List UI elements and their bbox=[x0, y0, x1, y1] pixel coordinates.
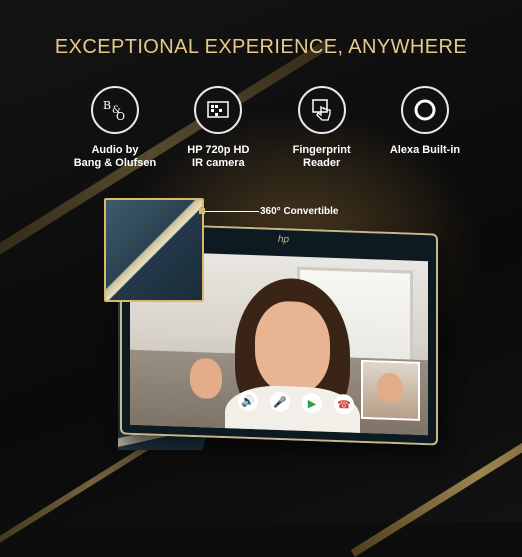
feature-label: Alexa Built-in bbox=[389, 144, 461, 156]
hang-up-button[interactable]: ☎ bbox=[334, 393, 354, 415]
hinge-closeup bbox=[106, 200, 202, 300]
phone-hangup-icon: ☎ bbox=[337, 398, 351, 412]
feature-fingerprint: Fingerprint Reader bbox=[277, 86, 367, 170]
call-controls: 🔊 🎤 ▶ ☎ bbox=[238, 390, 354, 415]
hp-logo: hp bbox=[278, 233, 290, 246]
pip-face bbox=[377, 372, 403, 404]
feature-label: HP 720p HD IR camera bbox=[187, 144, 250, 169]
mic-icon: 🎤 bbox=[273, 396, 287, 409]
bang-olufsen-logo-icon: B & O bbox=[91, 86, 139, 134]
svg-text:B: B bbox=[103, 99, 111, 112]
video-button[interactable]: ▶ bbox=[302, 392, 322, 414]
hinge-zoom-callout bbox=[104, 198, 204, 302]
convertible-label: 360° Convertible bbox=[260, 206, 339, 217]
feature-row: B & O Audio by Bang & Olufsen HP 720p HD I… bbox=[70, 86, 470, 170]
feature-alexa: Alexa Built-in bbox=[380, 86, 470, 170]
camera-chip-icon bbox=[194, 86, 243, 134]
fingerprint-touch-icon bbox=[297, 86, 346, 134]
video-camera-icon: ▶ bbox=[307, 397, 317, 410]
speaker-button[interactable]: 🔊 bbox=[238, 390, 258, 412]
feature-camera: HP 720p HD IR camera bbox=[173, 86, 263, 170]
headline: EXCEPTIONAL EXPERIENCE, ANYWHERE bbox=[54, 36, 468, 58]
svg-text:O: O bbox=[116, 110, 125, 123]
feature-label: Audio by Bang & Olufsen bbox=[73, 144, 157, 169]
speaker-icon: 🔊 bbox=[241, 395, 255, 408]
girl-hand bbox=[190, 357, 222, 400]
feature-audio: B & O Audio by Bang & Olufsen bbox=[70, 86, 160, 170]
picture-in-picture-video bbox=[361, 359, 420, 421]
girl-face bbox=[255, 300, 330, 395]
alexa-ring-icon bbox=[400, 86, 449, 134]
callout-line bbox=[205, 211, 259, 212]
feature-label: Fingerprint Reader bbox=[292, 144, 351, 169]
mic-button[interactable]: 🎤 bbox=[270, 391, 290, 413]
